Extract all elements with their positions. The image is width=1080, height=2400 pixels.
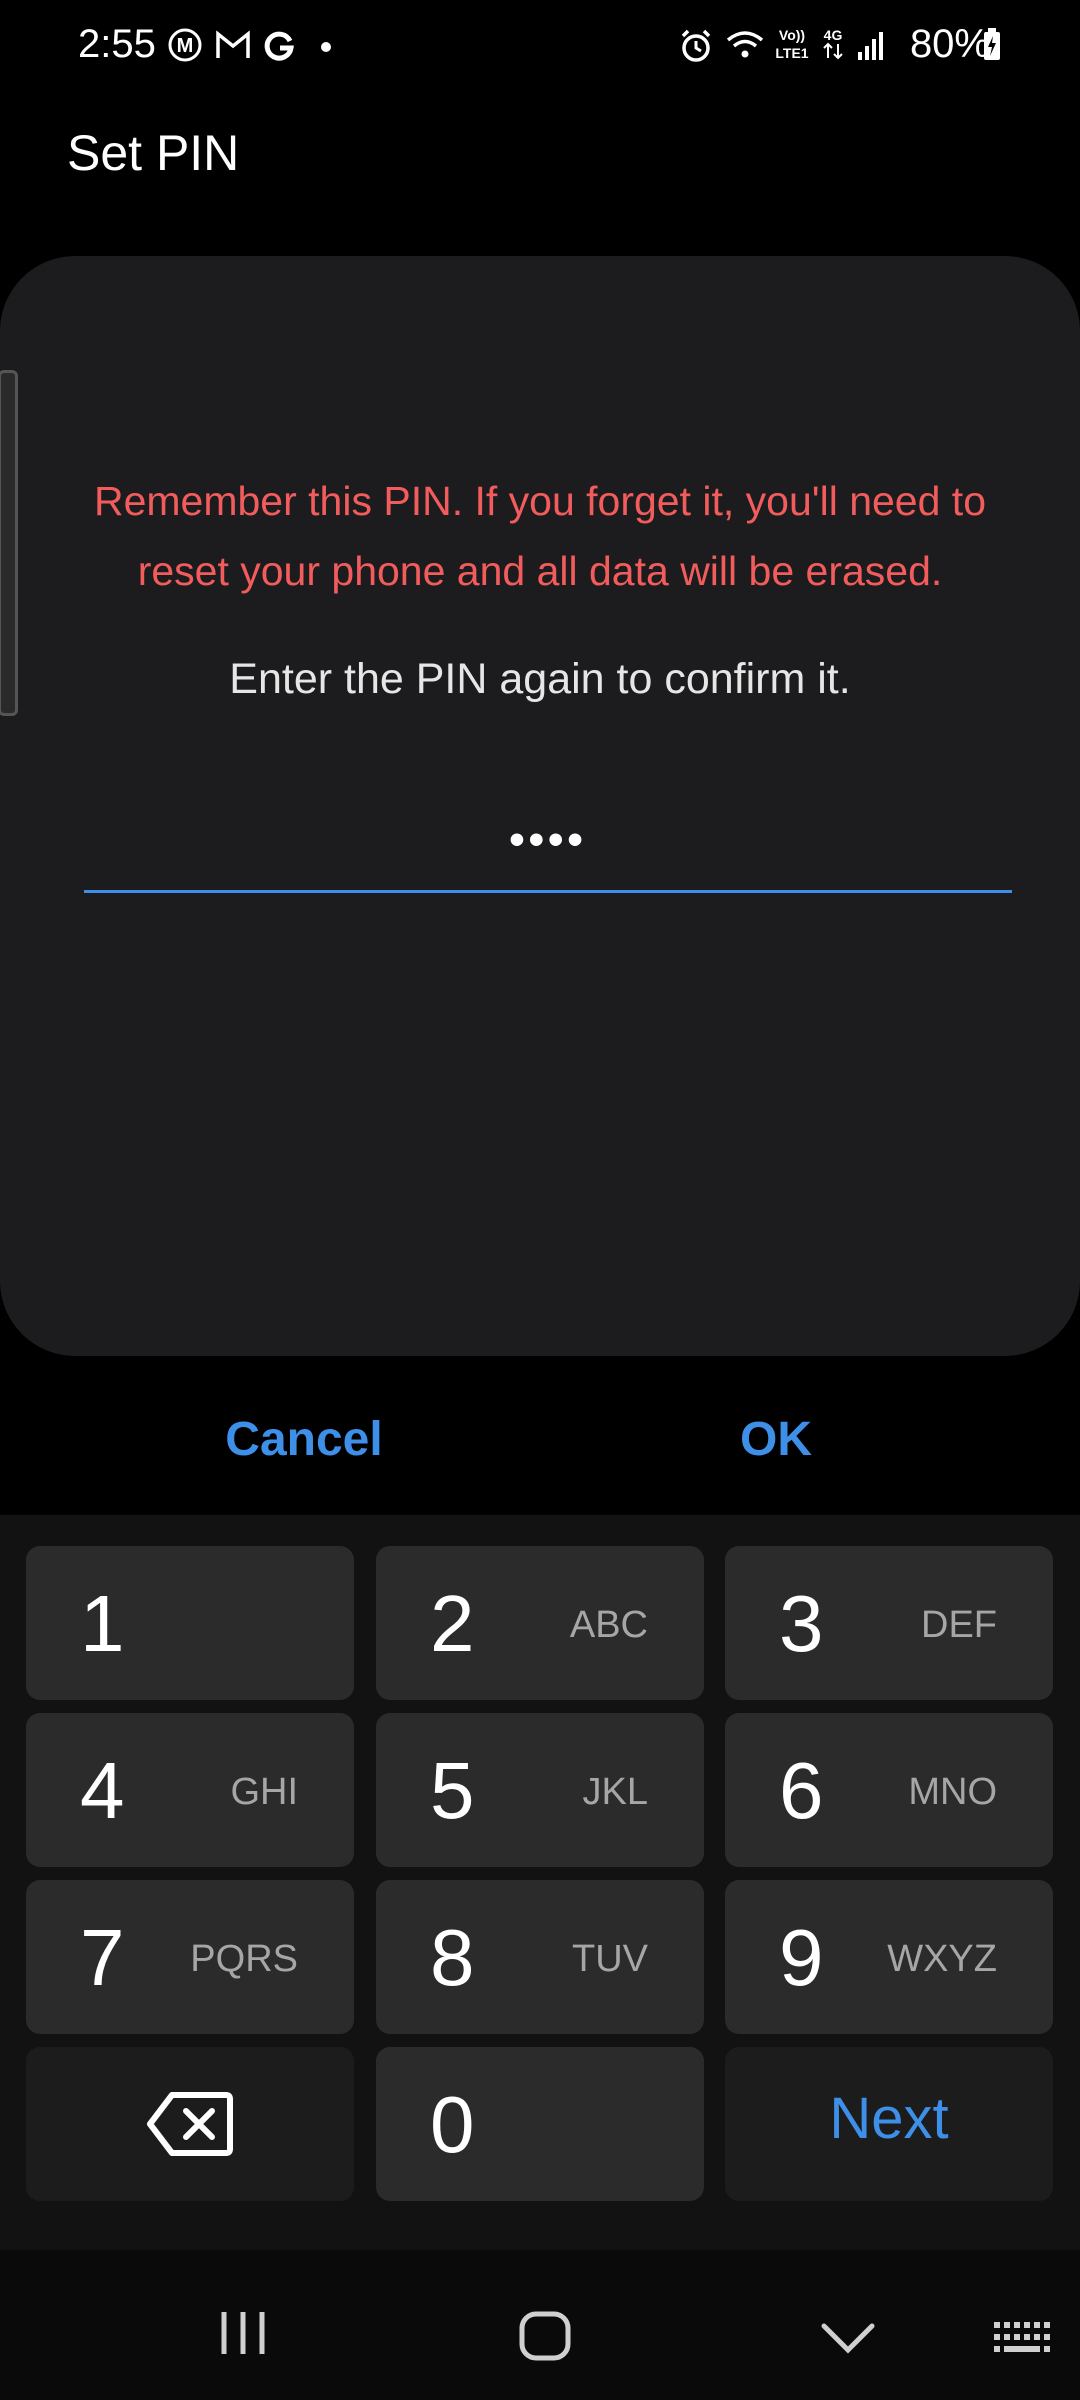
signal-icon — [856, 28, 886, 67]
key-2[interactable]: 2 ABC — [376, 1546, 704, 1700]
key-number: 0 — [430, 2080, 475, 2169]
key-1[interactable]: 1 — [26, 1546, 354, 1700]
numeric-keypad: 1 2 ABC 3 DEF 4 GHI 5 JKL 6 MNO 7 PQRS 8… — [0, 1515, 1080, 2250]
key-0[interactable]: 0 — [376, 2047, 704, 2201]
m-circle-icon: M — [168, 28, 202, 67]
key-letters: ABC — [569, 1604, 648, 1646]
key-number: 9 — [779, 1913, 824, 2002]
backspace-icon — [146, 2091, 234, 2162]
key-number: 7 — [80, 1913, 125, 2002]
chevron-down-icon[interactable] — [820, 2320, 876, 2361]
key-number: 8 — [430, 1913, 475, 2002]
key-number: 6 — [779, 1746, 824, 1835]
recent-apps-icon[interactable] — [218, 2310, 268, 2361]
status-time: 2:55 — [78, 22, 156, 66]
status-bar: 2:55 M Vo)) LTE1 4G 80% — [0, 0, 1080, 96]
home-icon[interactable] — [518, 2310, 574, 2367]
4g-icon: 4G — [820, 26, 846, 67]
battery-level: 80% — [909, 22, 990, 66]
alarm-icon — [678, 28, 714, 69]
key-letters: DEF — [921, 1604, 997, 1646]
google-icon — [262, 28, 296, 67]
key-6[interactable]: 6 MNO — [725, 1713, 1053, 1867]
key-number: 2 — [430, 1579, 475, 1668]
key-7[interactable]: 7 PQRS — [26, 1880, 354, 2034]
key-letters: MNO — [908, 1771, 997, 1813]
next-key[interactable]: Next — [725, 2047, 1053, 2201]
svg-text:M: M — [177, 35, 194, 57]
next-label: Next — [829, 2086, 949, 2151]
key-5[interactable]: 5 JKL — [376, 1713, 704, 1867]
key-letters: WXYZ — [887, 1938, 997, 1980]
dot-icon — [320, 40, 332, 58]
page-title: Set PIN — [67, 125, 240, 181]
ok-button[interactable]: OK — [626, 1400, 926, 1480]
key-letters: PQRS — [190, 1938, 298, 1980]
keyboard-icon[interactable] — [992, 2320, 1052, 2365]
svg-text:LTE1: LTE1 — [775, 45, 808, 61]
key-letters: JKL — [582, 1771, 648, 1813]
key-number: 3 — [779, 1579, 824, 1668]
wifi-icon — [725, 28, 765, 67]
key-number: 4 — [80, 1746, 125, 1835]
volte-icon: Vo)) LTE1 — [770, 26, 814, 67]
key-4[interactable]: 4 GHI — [26, 1713, 354, 1867]
cancel-button[interactable]: Cancel — [154, 1400, 454, 1480]
pin-input[interactable]: •••• — [84, 800, 1012, 893]
key-8[interactable]: 8 TUV — [376, 1880, 704, 2034]
battery-charging-icon — [982, 28, 1002, 67]
key-number: 5 — [430, 1746, 475, 1835]
backspace-key[interactable] — [26, 2047, 354, 2201]
svg-text:4G: 4G — [824, 27, 843, 43]
warning-message: Remember this PIN. If you forget it, you… — [93, 478, 986, 594]
key-letters: TUV — [572, 1938, 648, 1980]
key-9[interactable]: 9 WXYZ — [725, 1880, 1053, 2034]
svg-text:Vo)): Vo)) — [779, 27, 805, 43]
gmail-icon — [215, 28, 251, 67]
key-number: 1 — [80, 1579, 125, 1668]
navigation-bar — [0, 2250, 1080, 2400]
instruction-text: Enter the PIN again to confirm it. — [229, 655, 851, 703]
key-letters: GHI — [230, 1771, 298, 1813]
key-3[interactable]: 3 DEF — [725, 1546, 1053, 1700]
